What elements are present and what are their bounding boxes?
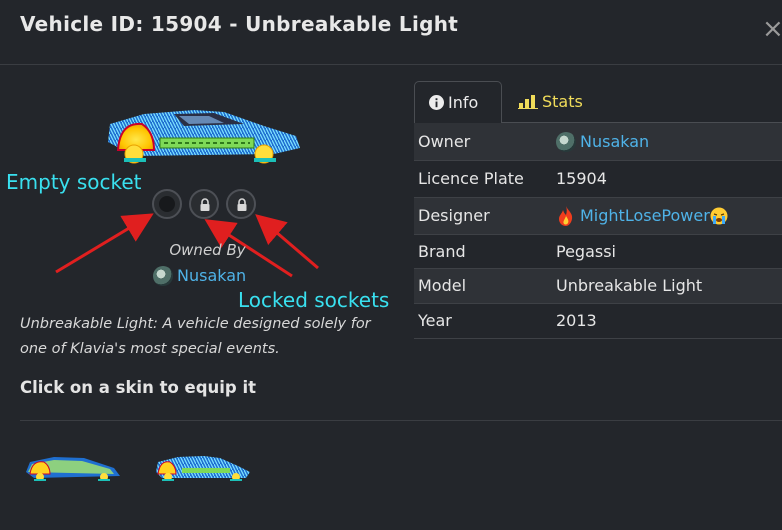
empty-socket[interactable] (152, 189, 182, 219)
lock-icon (237, 198, 247, 211)
modal-header: Vehicle ID: 15904 - Unbreakable Light × (0, 0, 782, 65)
bar-chart-icon (518, 95, 538, 109)
arrow (255, 214, 319, 270)
locked-socket[interactable] (189, 189, 219, 219)
tab-info[interactable]: Info (414, 81, 502, 123)
row-value: 15904 (552, 160, 782, 198)
row-key: Licence Plate (414, 160, 552, 198)
tab-label: Stats (542, 92, 583, 111)
modal-title: Vehicle ID: 15904 - Unbreakable Light (20, 12, 459, 36)
table-row: Licence Plate 15904 (414, 160, 782, 198)
table-row: Brand Pegassi (414, 234, 782, 269)
crying-face-icon (710, 207, 728, 224)
info-circle-icon (429, 95, 444, 110)
owned-by-label: Owned By (169, 241, 246, 259)
row-value: 2013 (552, 303, 782, 339)
skin-option[interactable] (24, 452, 122, 482)
skin-option[interactable] (154, 452, 252, 482)
table-row: Designer MightLosePower (414, 197, 782, 235)
info-tabs: Info Stats (414, 81, 782, 123)
tab-stats[interactable]: Stats (504, 81, 597, 123)
owner-name[interactable]: Nusakan (177, 266, 246, 285)
row-value: Pegassi (552, 234, 782, 269)
equip-prompt: Click on a skin to equip it (20, 378, 257, 397)
avatar (153, 265, 173, 286)
arrow (55, 213, 154, 274)
fire-icon (559, 205, 573, 226)
row-key: Owner (414, 123, 552, 161)
table-row: Model Unbreakable Light (414, 268, 782, 304)
row-key: Model (414, 268, 552, 304)
divider (20, 420, 782, 421)
owner-cell: Nusakan (552, 123, 782, 161)
tab-label: Info (448, 93, 479, 112)
row-value: Unbreakable Light (552, 268, 782, 304)
info-table: Owner Nusakan Licence Plate 15904 Design… (414, 123, 782, 339)
avatar (556, 131, 576, 152)
table-row: Year 2013 (414, 303, 782, 339)
vehicle-description: Unbreakable Light: A vehicle designed so… (20, 316, 371, 357)
vehicle-image (108, 110, 300, 164)
close-icon[interactable]: × (762, 14, 782, 44)
owner-link[interactable]: Nusakan (580, 132, 649, 151)
locked-socket[interactable] (226, 189, 256, 219)
row-key: Year (414, 303, 552, 339)
locked-sockets-annotation: Locked sockets (238, 288, 390, 312)
designer-cell: MightLosePower (552, 197, 782, 235)
owner-link[interactable]: Nusakan (153, 265, 246, 289)
row-key: Brand (414, 234, 552, 269)
vehicle-modal: Vehicle ID: 15904 - Unbreakable Light × … (0, 0, 782, 530)
designer-link[interactable]: MightLosePower (580, 206, 710, 225)
row-key: Designer (414, 197, 552, 235)
sockets (152, 189, 262, 221)
table-row: Owner Nusakan (414, 123, 782, 161)
lock-icon (200, 198, 210, 211)
empty-socket-annotation: Empty socket (6, 170, 142, 194)
